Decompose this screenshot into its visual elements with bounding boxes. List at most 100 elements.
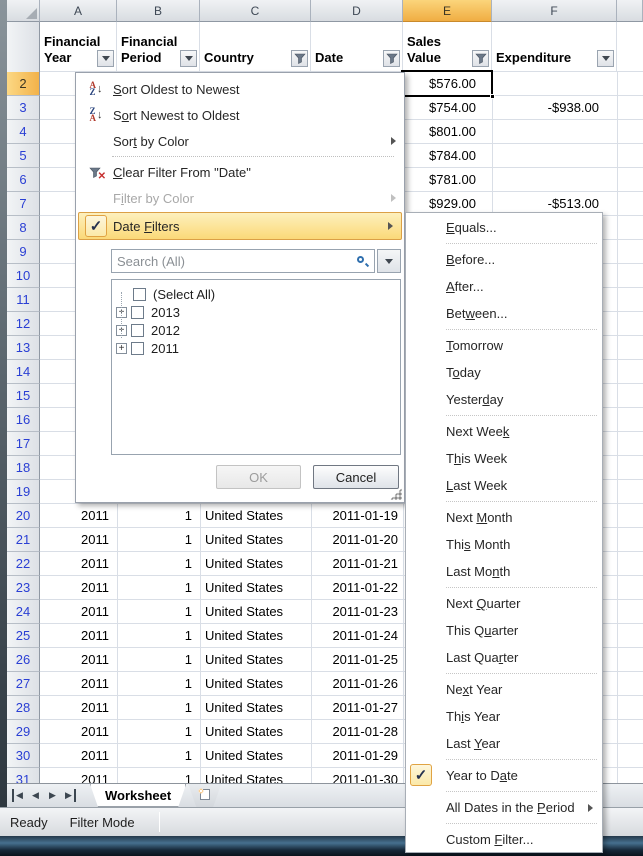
cell-date[interactable]: 2011-01-20 (311, 528, 403, 552)
submenu-item-tomorrow[interactable]: Tomorrow (406, 332, 602, 359)
cell-expenditure[interactable] (492, 72, 617, 96)
column-header-partial[interactable] (617, 0, 643, 22)
expand-plus-icon[interactable]: + (116, 343, 127, 354)
row-header-2[interactable]: 2 (7, 72, 40, 96)
header-cell-expenditure[interactable]: Expenditure (492, 22, 617, 72)
resize-grip[interactable] (390, 488, 402, 500)
row-header-19[interactable]: 19 (7, 480, 40, 504)
cell-sales-value[interactable]: $784.00 (403, 144, 492, 168)
column-header-A[interactable]: A (40, 0, 117, 22)
cell-financial-period[interactable]: 1 (117, 576, 200, 600)
row-header-11[interactable]: 11 (7, 288, 40, 312)
filter-dropdown-button[interactable] (597, 50, 614, 67)
menu-item-date-filters[interactable]: ✓Date Filters (78, 212, 402, 240)
cell-country[interactable]: United States (200, 696, 311, 720)
tree-item-2011[interactable]: +2011 (112, 339, 400, 357)
row-header-22[interactable]: 22 (7, 552, 40, 576)
cell-date[interactable]: 2011-01-21 (311, 552, 403, 576)
tab-worksheet[interactable]: Worksheet (90, 784, 186, 807)
submenu-item-after[interactable]: After... (406, 273, 602, 300)
row-header-3[interactable]: 3 (7, 96, 40, 120)
row-header-21[interactable]: 21 (7, 528, 40, 552)
cell-country[interactable]: United States (200, 600, 311, 624)
submenu-item-last-week[interactable]: Last Week (406, 472, 602, 499)
cell-financial-year[interactable]: 2011 (40, 624, 117, 648)
row-header-23[interactable]: 23 (7, 576, 40, 600)
cell-date[interactable]: 2011-01-26 (311, 672, 403, 696)
cell-financial-year[interactable]: 2011 (40, 648, 117, 672)
submenu-item-next-week[interactable]: Next Week (406, 418, 602, 445)
submenu-item-yesterday[interactable]: Yesterday (406, 386, 602, 413)
row-header-8[interactable]: 8 (7, 216, 40, 240)
tree-item-2012[interactable]: +2012 (112, 321, 400, 339)
filter-applied-button[interactable] (291, 50, 308, 67)
search-scope-dropdown-button[interactable] (377, 249, 401, 273)
cell-country[interactable]: United States (200, 504, 311, 528)
cell-date[interactable]: 2011-01-27 (311, 696, 403, 720)
cell-sales-value[interactable]: $801.00 (403, 120, 492, 144)
submenu-item-next-year[interactable]: Next Year (406, 676, 602, 703)
row-header-15[interactable]: 15 (7, 384, 40, 408)
checkbox[interactable] (131, 324, 144, 337)
row-header-4[interactable]: 4 (7, 120, 40, 144)
cell-date[interactable]: 2011-01-24 (311, 624, 403, 648)
submenu-item-last-month[interactable]: Last Month (406, 558, 602, 585)
submenu-item-all-dates-in-the-period[interactable]: All Dates in the Period (406, 794, 602, 821)
cell-date[interactable]: 2011-01-30 (311, 768, 403, 783)
tree-item-selectall[interactable]: (Select All) (112, 285, 400, 303)
cell-expenditure[interactable] (492, 168, 617, 192)
column-header-B[interactable]: B (117, 0, 200, 22)
checkbox[interactable] (133, 288, 146, 301)
previous-sheet-icon[interactable]: ◀ (29, 789, 42, 802)
cell-sales-value[interactable]: $754.00 (403, 96, 492, 120)
row-header-26[interactable]: 26 (7, 648, 40, 672)
row-header-28[interactable]: 28 (7, 696, 40, 720)
cell-financial-year[interactable]: 2011 (40, 600, 117, 624)
row-header-9[interactable]: 9 (7, 240, 40, 264)
cancel-button[interactable]: Cancel (313, 465, 399, 489)
submenu-item-today[interactable]: Today (406, 359, 602, 386)
cell-financial-period[interactable]: 1 (117, 600, 200, 624)
insert-worksheet-button[interactable] (188, 784, 221, 807)
row-header-31[interactable]: 31 (7, 768, 40, 783)
cell-financial-period[interactable]: 1 (117, 528, 200, 552)
fill-handle[interactable] (490, 94, 495, 99)
filter-applied-button[interactable] (472, 50, 489, 67)
select-all-corner[interactable] (7, 0, 40, 22)
cell-financial-year[interactable]: 2011 (40, 768, 117, 783)
submenu-item-equals[interactable]: Equals... (406, 214, 602, 241)
cell-financial-year[interactable]: 2011 (40, 744, 117, 768)
cell-financial-year[interactable]: 2011 (40, 672, 117, 696)
row-header-12[interactable]: 12 (7, 312, 40, 336)
cell-country[interactable]: United States (200, 768, 311, 783)
cell-date[interactable]: 2011-01-22 (311, 576, 403, 600)
cell-country[interactable]: United States (200, 576, 311, 600)
cell-country[interactable]: United States (200, 648, 311, 672)
filter-dropdown-button[interactable] (180, 50, 197, 67)
filter-applied-button[interactable] (383, 50, 400, 67)
cell-financial-year[interactable]: 2011 (40, 696, 117, 720)
submenu-item-next-month[interactable]: Next Month (406, 504, 602, 531)
header-cell-date[interactable]: Date (311, 22, 403, 72)
column-header-D[interactable]: D (311, 0, 403, 22)
cell-date[interactable]: 2011-01-25 (311, 648, 403, 672)
cell-financial-period[interactable]: 1 (117, 696, 200, 720)
row-header-25[interactable]: 25 (7, 624, 40, 648)
submenu-item-this-year[interactable]: This Year (406, 703, 602, 730)
filter-dropdown-button[interactable] (97, 50, 114, 67)
column-header-F[interactable]: F (492, 0, 617, 22)
header-cell-sales-value[interactable]: SalesValue (403, 22, 492, 72)
search-input[interactable]: Search (All) (111, 249, 375, 273)
checkbox[interactable] (131, 306, 144, 319)
row-header-20[interactable]: 20 (7, 504, 40, 528)
row-header-5[interactable]: 5 (7, 144, 40, 168)
next-sheet-icon[interactable]: ▶ (46, 789, 59, 802)
ok-button[interactable]: OK (216, 465, 301, 489)
cell-country[interactable]: United States (200, 672, 311, 696)
submenu-item-this-week[interactable]: This Week (406, 445, 602, 472)
row-header-6[interactable]: 6 (7, 168, 40, 192)
menu-item-clear-filter-from-date[interactable]: ✕Clear Filter From "Date" (76, 159, 404, 185)
header-cell-financial-year[interactable]: FinancialYear (40, 22, 117, 72)
tree-item-2013[interactable]: +2013 (112, 303, 400, 321)
submenu-item-next-quarter[interactable]: Next Quarter (406, 590, 602, 617)
